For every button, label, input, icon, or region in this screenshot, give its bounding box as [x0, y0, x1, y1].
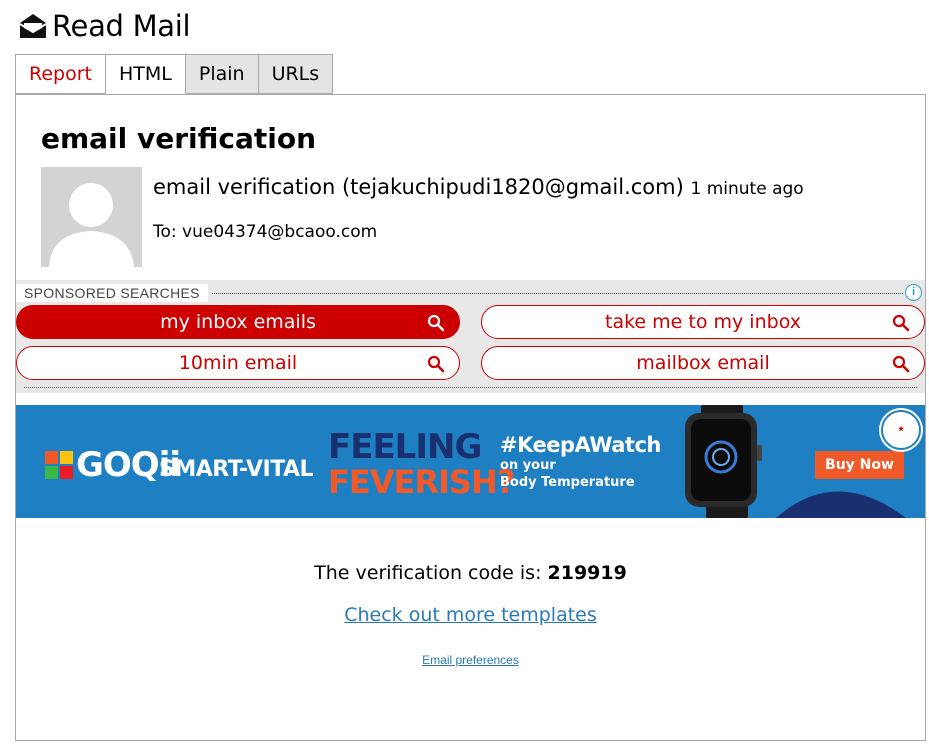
verification-code: 219919: [547, 562, 627, 584]
tab-urls[interactable]: URLs: [258, 54, 334, 94]
page-title: Read Mail: [52, 9, 191, 43]
email-preferences-link[interactable]: Email preferences: [16, 653, 925, 667]
view-tabs: Report HTML Plain URLs: [15, 54, 334, 94]
banner-tagline: #KeepAWatch: [500, 433, 661, 457]
sender-line: email verification (tejakuchipudi1820@gm…: [153, 175, 804, 199]
search-pill-label: mailbox email: [636, 352, 770, 374]
search-icon: [892, 355, 910, 373]
divider: [24, 387, 917, 388]
search-pill-label: take me to my inbox: [605, 311, 801, 333]
banner-tagline-sub-2: Body Temperature: [500, 475, 635, 490]
avatar: [41, 167, 142, 267]
search-icon: [427, 355, 445, 373]
divider: [212, 293, 903, 294]
search-pill-label: my inbox emails: [160, 311, 316, 333]
search-pill-take-me-to-my-inbox[interactable]: take me to my inbox: [481, 305, 925, 339]
brand-logo-icon: [45, 451, 73, 479]
verification-text: The verification code is: 219919: [16, 562, 925, 584]
received-time: 1 minute ago: [690, 179, 804, 199]
email-subject: email verification: [41, 122, 317, 155]
search-pill-mailbox-email[interactable]: mailbox email: [481, 346, 925, 380]
banner-brand-sub: SMART-VITAL: [159, 457, 314, 482]
templates-link[interactable]: Check out more templates: [16, 604, 925, 626]
search-pill-my-inbox-emails[interactable]: my inbox emails: [16, 305, 460, 339]
ad-banner[interactable]: GOQii SMART-VITAL FEELING FEVERISH? #Kee…: [16, 405, 925, 518]
page-header: Read Mail: [18, 6, 191, 46]
banner-headline-2: FEVERISH?: [328, 463, 515, 501]
sponsored-searches: SPONSORED SEARCHES i my inbox emails tak…: [16, 280, 925, 393]
envelope-open-icon: [18, 11, 48, 41]
award-badge-icon: ★: [881, 410, 921, 450]
sender: email verification (tejakuchipudi1820@gm…: [153, 175, 684, 199]
buy-now-button[interactable]: Buy Now: [815, 451, 904, 479]
recipient: To: vue04374@bcaoo.com: [153, 222, 378, 242]
search-icon: [892, 314, 910, 332]
tab-report[interactable]: Report: [15, 54, 106, 94]
search-pill-10min-email[interactable]: 10min email: [16, 346, 460, 380]
tab-plain[interactable]: Plain: [185, 54, 259, 94]
message-panel: email verification email verification (t…: [15, 94, 926, 741]
banner-headline-1: FEELING: [328, 427, 482, 467]
search-pill-label: 10min email: [178, 352, 298, 374]
code-label: The verification code is:: [314, 562, 548, 584]
info-icon[interactable]: i: [905, 284, 922, 301]
banner-shape: [776, 491, 906, 518]
sponsored-label: SPONSORED SEARCHES: [16, 284, 208, 302]
banner-tagline-sub: on your Body Temperature: [500, 457, 635, 491]
tab-html[interactable]: HTML: [105, 54, 186, 94]
sponsored-header: SPONSORED SEARCHES i: [16, 284, 925, 302]
search-icon: [427, 314, 445, 332]
banner-tagline-sub-1: on your: [500, 458, 556, 473]
